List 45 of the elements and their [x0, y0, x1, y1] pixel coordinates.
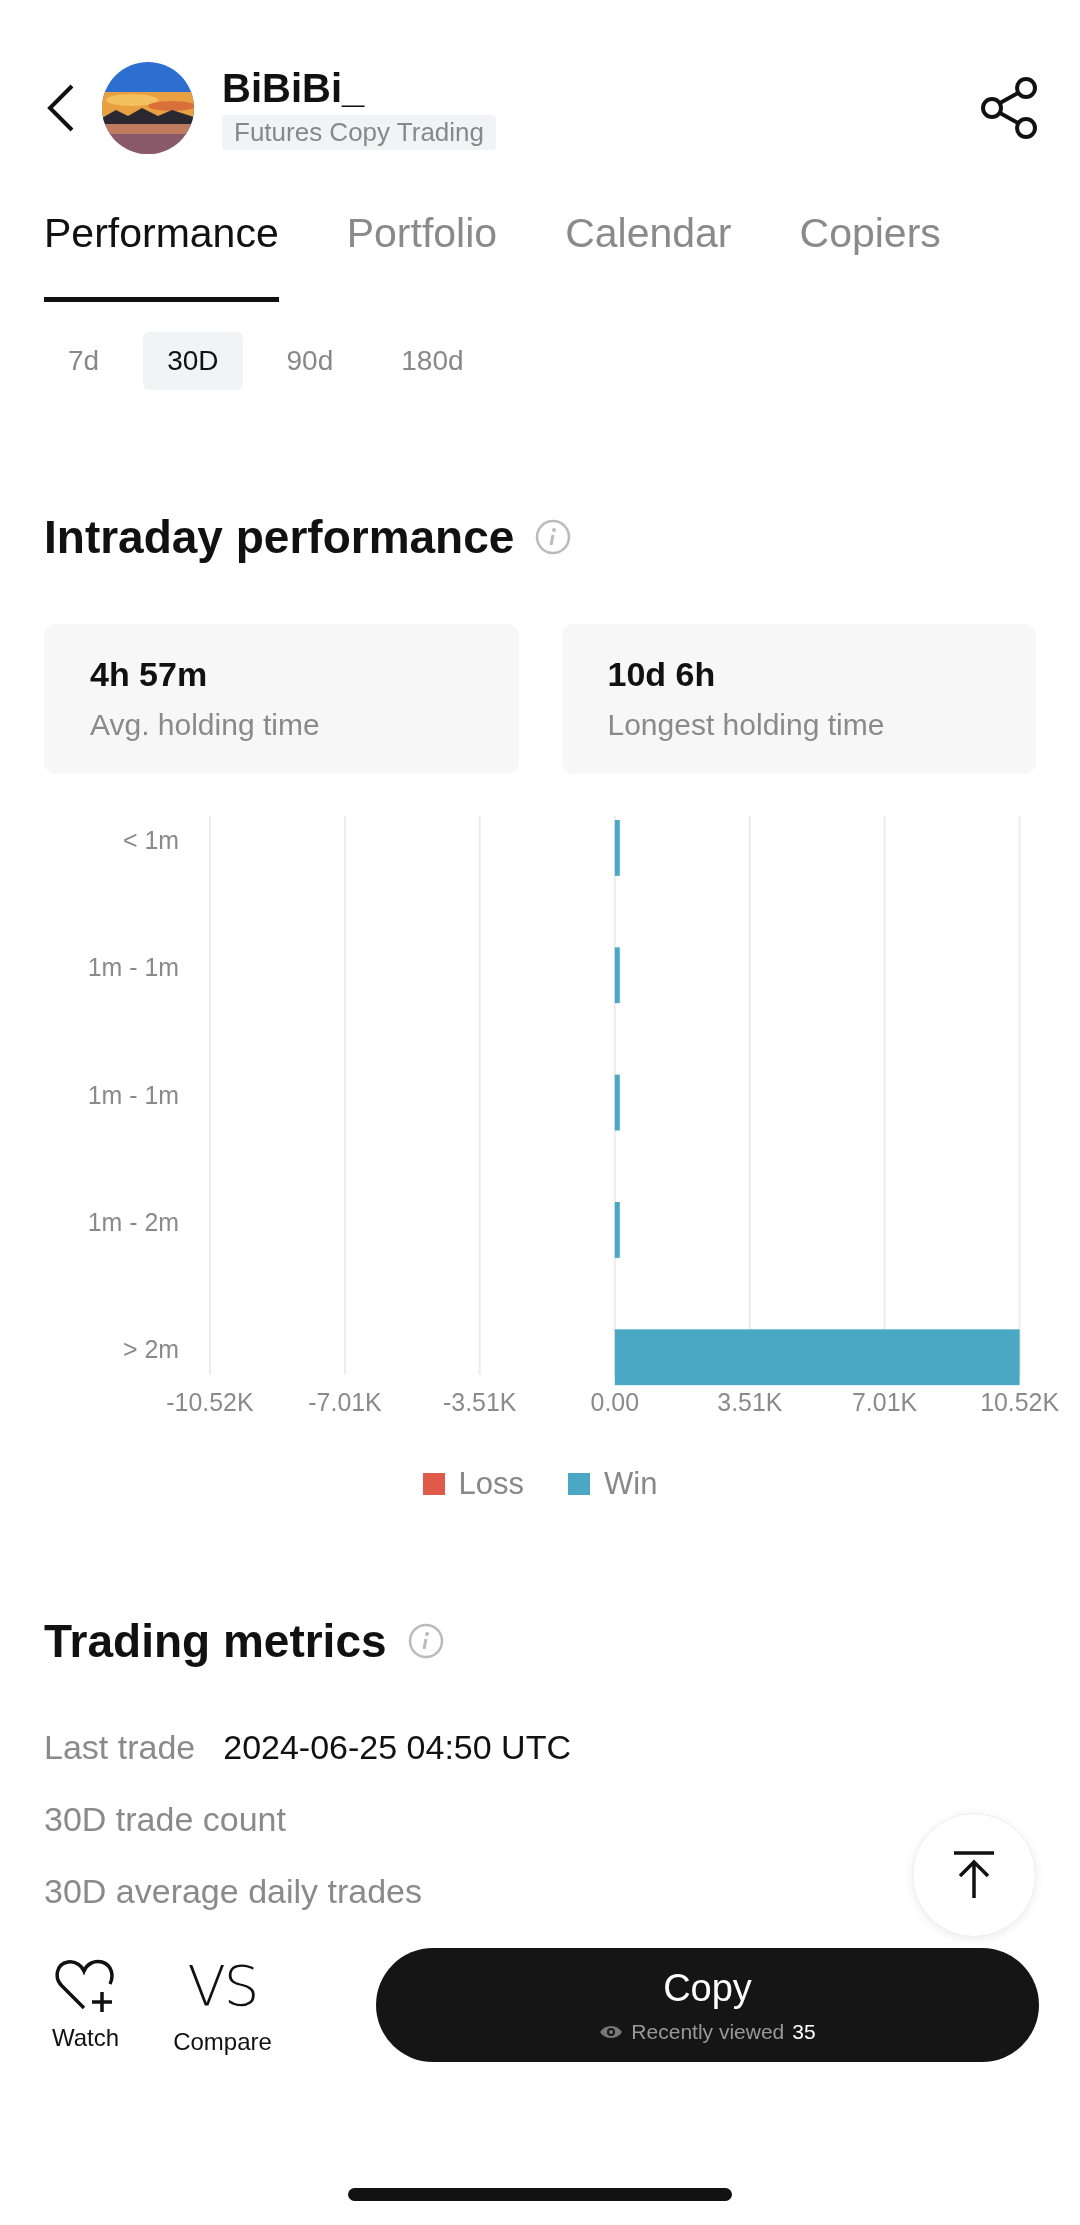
- period-option[interactable]: 7d: [44, 331, 124, 390]
- axis-label: 1m - 1m: [87, 953, 180, 981]
- period-option[interactable]: 30D: [143, 331, 243, 390]
- axis-label: -3.51K: [443, 1388, 517, 1417]
- metric-label: 30D trade count: [44, 1799, 286, 1839]
- stat-value: 10d 6h: [607, 655, 717, 695]
- axis-label: 3.51K: [717, 1388, 783, 1417]
- compare-button[interactable]: VS Compare: [173, 1954, 272, 2056]
- arrow-up-icon: [952, 1850, 996, 1900]
- axis-label: 1m - 2m: [87, 1207, 180, 1236]
- bar: [614, 947, 620, 1003]
- bar: [614, 1201, 620, 1258]
- section-title: Intraday performance: [44, 509, 515, 564]
- section-title: Trading metrics: [44, 1614, 387, 1668]
- metric-value: 2024-06-25 04:50 UTC: [223, 1727, 571, 1767]
- axis-label: 1m - 1m: [87, 1080, 180, 1109]
- tab[interactable]: Calendar: [565, 209, 732, 302]
- metric-label: Last trade: [44, 1727, 196, 1767]
- viewed-label: Recently viewed: [631, 2019, 785, 2044]
- bar: [614, 1074, 620, 1131]
- tab[interactable]: Portfolio: [346, 209, 498, 302]
- share-icon[interactable]: [980, 75, 1040, 140]
- copy-button[interactable]: Copy Recently viewed 35: [376, 1948, 1039, 2062]
- axis-label: 10.52K: [980, 1388, 1060, 1417]
- axis-label: -10.52K: [166, 1388, 254, 1417]
- legend-label: Loss: [458, 1466, 525, 1502]
- metric-label: 30D average daily trades: [44, 1871, 422, 1911]
- stat-label: Avg. holding time: [90, 708, 321, 743]
- axis-label: > 2m: [122, 1335, 180, 1363]
- axis-label: < 1m: [122, 825, 180, 854]
- trader-name: BiBiBi_: [222, 65, 365, 111]
- stat-label: Longest holding time: [607, 708, 886, 743]
- period-option[interactable]: 90d: [262, 331, 358, 390]
- axis-label: 0.00: [590, 1388, 640, 1417]
- tab[interactable]: Copiers: [799, 209, 941, 302]
- axis-label: 7.01K: [852, 1388, 918, 1417]
- tab[interactable]: Performance: [44, 209, 279, 302]
- bar: [614, 819, 620, 876]
- period-option[interactable]: 180d: [377, 331, 488, 390]
- axis-label: -7.01K: [308, 1388, 382, 1417]
- legend-label: Win: [604, 1466, 658, 1502]
- stat-value: 4h 57m: [90, 655, 209, 695]
- viewed-count: 35: [792, 2019, 816, 2044]
- trading-type-tag: Futures Copy Trading: [222, 114, 496, 150]
- watch-button[interactable]: Watch: [52, 1958, 120, 2052]
